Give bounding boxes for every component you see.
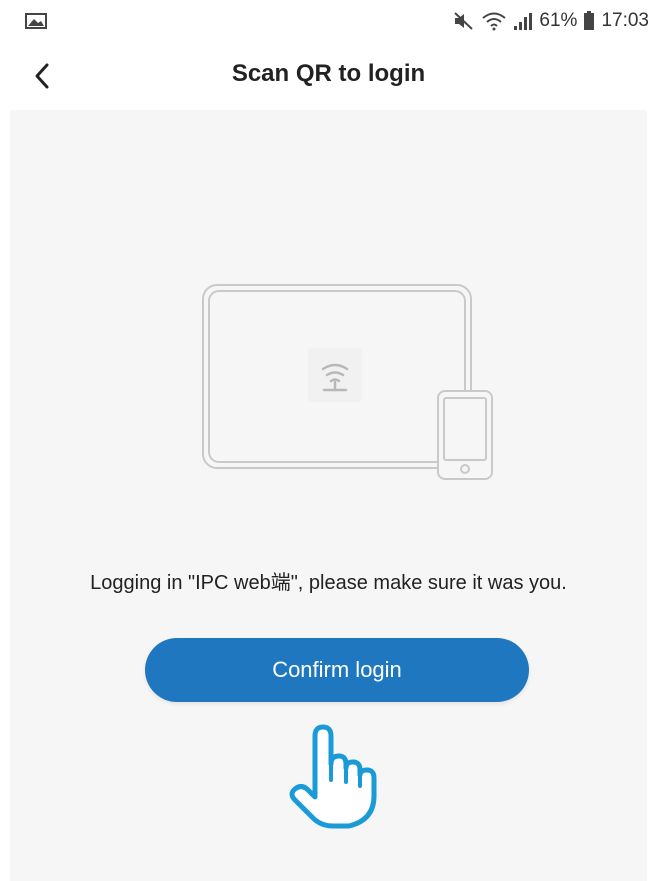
page-title: Scan QR to login [231,60,426,87]
main-content: Logging in "IPC web端", please make sure … [10,110,647,881]
nav-header: Scan QR to login [0,44,657,108]
battery-icon [583,11,595,31]
battery-level: 61% [539,10,578,31]
image-notification-icon [24,11,48,36]
status-icons: 61% 17:03 [453,10,649,32]
wifi-icon [481,11,507,31]
signal-icon [513,12,533,30]
pointing-hand-icon [289,724,377,829]
login-confirmation-message: Logging in "IPC web端", please make sure … [90,572,567,594]
clock: 17:03 [601,10,649,31]
mute-icon [453,11,475,31]
confirm-login-button[interactable]: Confirm login [145,638,529,702]
status-bar: 61% 17:03 [0,0,657,44]
device-illustration [202,284,493,480]
